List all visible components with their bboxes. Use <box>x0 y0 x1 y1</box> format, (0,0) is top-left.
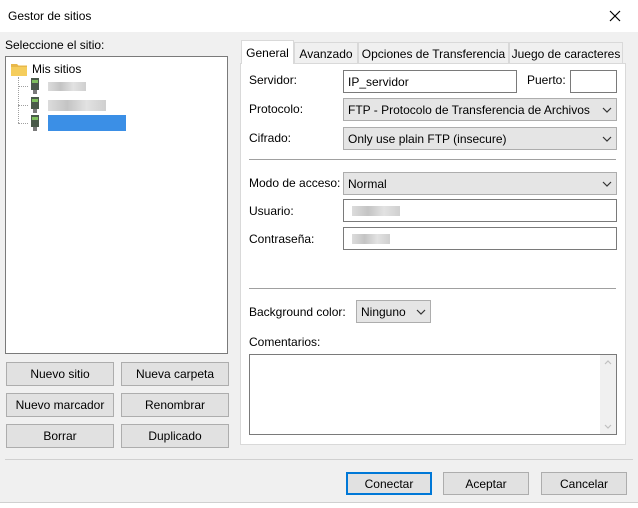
redacted-user <box>352 206 400 216</box>
close-button[interactable] <box>592 0 638 32</box>
protocol-select[interactable]: FTP - Protocolo de Transferencia de Arch… <box>343 98 617 121</box>
tab-general[interactable]: General <box>241 40 294 64</box>
tree-site-item[interactable] <box>30 97 120 113</box>
chevron-down-icon <box>602 181 612 187</box>
background-color-select-value: Ninguno <box>361 304 406 319</box>
access-mode-label: Modo de acceso: <box>249 176 341 190</box>
tree-connector <box>18 123 28 125</box>
site-tree[interactable]: Mis sitios <box>5 56 228 354</box>
tab-charset[interactable]: Juego de caracteres <box>509 42 623 64</box>
tab-transfer-settings[interactable]: Opciones de Transferencia <box>358 42 509 64</box>
server-input[interactable]: IP_servidor <box>343 70 517 93</box>
tree-connector <box>18 86 28 88</box>
tree-connector <box>18 77 20 123</box>
redacted-password <box>352 234 390 244</box>
divider <box>249 288 616 289</box>
background-color-select[interactable]: Ninguno <box>356 300 431 323</box>
chevron-down-icon <box>416 309 426 315</box>
user-label: Usuario: <box>249 204 294 218</box>
close-icon <box>609 10 621 22</box>
tree-connector <box>18 105 28 107</box>
footer-divider <box>5 459 633 460</box>
window-title: Gestor de sitios <box>8 9 92 23</box>
divider <box>249 159 616 160</box>
server-icon <box>31 97 39 113</box>
server-label: Servidor: <box>249 73 298 87</box>
chevron-down-icon <box>602 107 612 113</box>
tree-root-item[interactable]: Mis sitios <box>10 61 210 77</box>
selection-highlight <box>48 115 126 131</box>
redacted-site-name <box>48 82 86 91</box>
underlying-window-strip <box>0 502 638 508</box>
encryption-label: Cifrado: <box>249 131 292 145</box>
new-folder-button[interactable]: Nueva carpeta <box>121 362 229 386</box>
protocol-label: Protocolo: <box>249 102 304 116</box>
new-bookmark-button[interactable]: Nuevo marcador <box>6 393 114 417</box>
comments-scrollbar[interactable] <box>600 355 616 434</box>
tab-advanced[interactable]: Avanzado <box>294 42 358 64</box>
redacted-site-name <box>48 100 106 111</box>
user-input[interactable] <box>343 199 617 222</box>
access-mode-select-value: Normal <box>348 176 387 191</box>
access-mode-select[interactable]: Normal <box>343 172 617 195</box>
scroll-up-icon <box>604 360 612 365</box>
port-label: Puerto: <box>527 73 566 87</box>
rename-button[interactable]: Renombrar <box>121 393 229 417</box>
duplicate-button[interactable]: Duplicado <box>121 424 229 448</box>
password-input[interactable] <box>343 227 617 250</box>
tree-site-item-selected[interactable] <box>30 115 140 133</box>
tree-site-item[interactable] <box>30 78 120 94</box>
comments-textarea[interactable] <box>249 354 617 435</box>
connect-button[interactable]: Conectar <box>346 472 432 495</box>
protocol-select-value: FTP - Protocolo de Transferencia de Arch… <box>348 102 590 117</box>
chevron-down-icon <box>602 136 612 142</box>
password-label: Contraseña: <box>249 232 315 246</box>
title-bar: Gestor de sitios <box>0 0 638 32</box>
cancel-button[interactable]: Cancelar <box>541 472 627 495</box>
port-input[interactable] <box>570 70 617 93</box>
server-icon <box>31 78 39 94</box>
scroll-down-icon <box>604 424 612 429</box>
accept-button[interactable]: Aceptar <box>443 472 529 495</box>
tree-root-label: Mis sitios <box>32 62 82 76</box>
folder-icon <box>11 64 27 76</box>
select-site-label: Seleccione el sitio: <box>5 38 105 52</box>
new-site-button[interactable]: Nuevo sitio <box>6 362 114 386</box>
encryption-select-value: Only use plain FTP (insecure) <box>348 131 507 146</box>
server-icon <box>31 115 39 131</box>
background-color-label: Background color: <box>249 305 346 319</box>
encryption-select[interactable]: Only use plain FTP (insecure) <box>343 127 617 150</box>
comments-label: Comentarios: <box>249 335 321 349</box>
delete-button[interactable]: Borrar <box>6 424 114 448</box>
